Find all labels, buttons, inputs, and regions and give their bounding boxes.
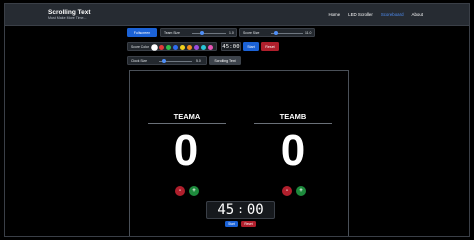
app-window: Scrolling Text Must Make More Time... Ho… xyxy=(4,3,470,237)
team-b-minus-button[interactable]: - xyxy=(282,186,292,196)
nav-scoreboard[interactable]: Scoreboard xyxy=(381,12,404,17)
score-color-swatch[interactable] xyxy=(166,45,171,50)
clock-minutes: 45 xyxy=(217,202,235,218)
scoreboard-panel: TEAMA 0 - + TEAMB 0 - + 45 : 00 Start Re… xyxy=(129,70,349,236)
scrolling-text-button[interactable]: Scrolling Text xyxy=(209,56,241,65)
team-a-divider xyxy=(148,123,226,124)
score-size-value: 11.0 xyxy=(305,31,312,35)
board-start-button[interactable]: Start xyxy=(225,221,238,227)
score-color-swatch[interactable] xyxy=(173,45,178,50)
nav-about[interactable]: About xyxy=(412,12,423,17)
clock-size-label: Clock Size xyxy=(131,59,148,63)
fullscreen-button[interactable]: Fullscreen xyxy=(127,28,157,37)
score-color-swatch[interactable] xyxy=(201,45,206,50)
team-b-score: 0 xyxy=(280,126,306,175)
board-reset-button[interactable]: Reset xyxy=(241,221,256,227)
team-size-label: Team Size xyxy=(164,31,180,35)
score-color-swatch[interactable] xyxy=(152,45,157,50)
score-size-slider-thumb[interactable] xyxy=(273,30,278,35)
brand[interactable]: Scrolling Text Must Make More Time... xyxy=(48,9,91,21)
nav-home[interactable]: Home xyxy=(328,12,340,17)
score-color-control: Score Color xyxy=(127,42,217,51)
team-a-score: 0 xyxy=(173,126,199,175)
game-clock: 45 : 00 xyxy=(206,201,275,219)
score-color-swatch[interactable] xyxy=(187,45,192,50)
score-size-label: Score Size xyxy=(243,31,260,35)
team-a-plus-button[interactable]: + xyxy=(189,186,199,196)
team-b-name: TEAMB xyxy=(279,112,307,121)
nav-links: Home LED Scroller Scoreboard About xyxy=(328,12,423,17)
score-color-swatch[interactable] xyxy=(194,45,199,50)
score-color-swatch[interactable] xyxy=(208,45,213,50)
team-size-control: Team Size 1.0 xyxy=(160,28,237,37)
clock-size-slider-thumb[interactable] xyxy=(161,58,166,63)
clock-reset-button[interactable]: Reset xyxy=(261,42,279,51)
clock-seconds: 00 xyxy=(246,202,264,218)
team-b-divider xyxy=(254,123,332,124)
team-size-slider[interactable] xyxy=(192,32,226,34)
brand-subtitle: Must Make More Time... xyxy=(48,16,87,20)
team-b-plus-button[interactable]: + xyxy=(296,186,306,196)
team-size-value: 1.0 xyxy=(229,31,234,35)
team-size-slider-thumb[interactable] xyxy=(200,30,205,35)
clock-colon: : xyxy=(237,203,244,216)
navbar: Scrolling Text Must Make More Time... Ho… xyxy=(5,4,469,26)
nav-led-scroller[interactable]: LED Scroller xyxy=(348,12,373,17)
clock-size-control: Clock Size 5.0 xyxy=(127,56,207,65)
score-color-swatch[interactable] xyxy=(180,45,185,50)
team-a-name: TEAMA xyxy=(173,112,201,121)
clock-start-button[interactable]: Start xyxy=(243,42,259,51)
clock-time-display[interactable]: 45:00 xyxy=(221,42,241,51)
score-color-label: Score Color xyxy=(131,45,149,49)
clock-size-value: 5.0 xyxy=(196,59,201,63)
score-size-control: Score Size 11.0 xyxy=(239,28,315,37)
score-color-swatch[interactable] xyxy=(159,45,164,50)
brand-title: Scrolling Text xyxy=(48,9,91,16)
team-a-minus-button[interactable]: - xyxy=(175,186,185,196)
